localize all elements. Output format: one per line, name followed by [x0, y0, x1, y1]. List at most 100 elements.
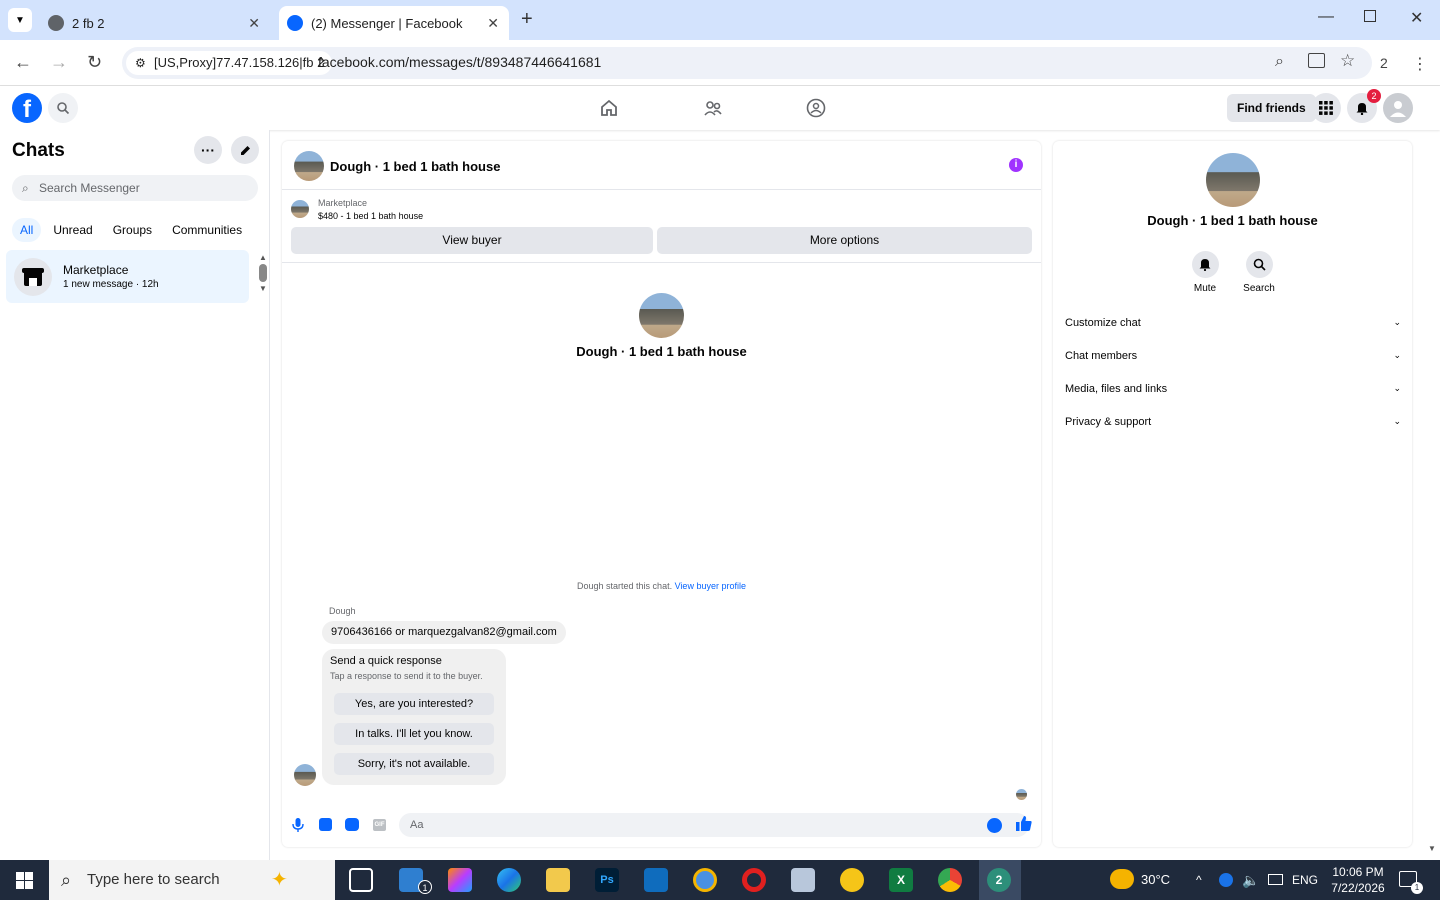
privacy-support-section[interactable]: Privacy & support ⌄	[1065, 416, 1401, 428]
chat-list-item-marketplace[interactable]: Marketplace 1 new message · 12h	[6, 250, 249, 303]
new-tab-icon[interactable]: +	[521, 8, 533, 31]
taskbar-search-box[interactable]: ⌕ Type here to search ✦	[49, 860, 335, 900]
copilot-icon[interactable]	[448, 868, 472, 892]
browser-menu-icon[interactable]: ⋮	[1412, 54, 1428, 74]
gif-icon[interactable]: GIF	[373, 819, 386, 831]
mute-bell-icon[interactable]	[1191, 251, 1219, 278]
microsoft-store-icon[interactable]	[644, 868, 668, 892]
quick-reply-in-talks-button[interactable]: In talks. I'll let you know.	[334, 723, 494, 745]
app-icon[interactable]	[840, 868, 864, 892]
clock[interactable]: 10:06 PM 7/22/2026	[1328, 864, 1388, 896]
chrome-profile-2-icon[interactable]: 2	[987, 868, 1011, 892]
groups-icon[interactable]	[806, 98, 826, 123]
marketplace-listing-bar: Marketplace $480 - 1 bed 1 bath house Vi…	[282, 190, 1041, 263]
listing-photo[interactable]	[294, 151, 324, 181]
sticker-icon[interactable]	[345, 818, 359, 831]
back-icon[interactable]: ←	[14, 52, 32, 73]
search-icon[interactable]	[1245, 251, 1273, 278]
browser-tab-messenger[interactable]: (2) Messenger | Facebook ✕	[279, 6, 509, 40]
more-options-button[interactable]: More options	[657, 227, 1032, 254]
more-options-icon[interactable]: ···	[194, 136, 222, 164]
conversation-avatar[interactable]	[639, 293, 684, 338]
photo-attach-icon[interactable]	[319, 818, 332, 831]
opera-icon[interactable]	[742, 868, 766, 892]
task-view-icon[interactable]	[349, 868, 373, 892]
photoshop-icon[interactable]: Ps	[595, 868, 619, 892]
view-buyer-profile-link[interactable]: View buyer profile	[675, 581, 746, 591]
chrome-icon[interactable]	[938, 868, 962, 892]
sidebar-scrollbar[interactable]: ▲ ▼	[257, 253, 269, 299]
language-indicator[interactable]: ENG	[1292, 860, 1318, 900]
thumbs-up-icon[interactable]	[1016, 815, 1032, 837]
url-text[interactable]: facebook.com/messages/t/893487446641681	[318, 54, 601, 70]
conversation-title[interactable]: Dough · 1 bed 1 bath house	[330, 159, 500, 174]
menu-grid-icon[interactable]	[1311, 93, 1341, 123]
chat-members-section[interactable]: Chat members ⌄	[1065, 350, 1401, 362]
windows-start-icon[interactable]	[16, 872, 33, 894]
find-friends-button[interactable]: Find friends	[1227, 94, 1316, 122]
filter-communities[interactable]: Communities	[164, 218, 250, 242]
search-action[interactable]: Search	[1234, 251, 1284, 294]
profile-count[interactable]: 2	[1380, 55, 1388, 71]
weather-icon[interactable]	[1110, 869, 1134, 889]
facebook-logo-icon[interactable]: f	[12, 93, 42, 123]
info-icon[interactable]: i	[1009, 158, 1023, 172]
scroll-up-icon[interactable]: ▲	[257, 253, 269, 262]
scroll-down-icon[interactable]: ▼	[257, 284, 269, 293]
microphone-icon[interactable]	[292, 818, 304, 832]
weather-temperature[interactable]: 30°C	[1141, 860, 1170, 900]
forward-icon[interactable]: →	[50, 52, 68, 73]
search-messenger-input[interactable]: ⌕ Search Messenger	[12, 175, 258, 201]
network-app-icon[interactable]	[791, 868, 815, 892]
account-avatar[interactable]	[1383, 93, 1413, 123]
browser-tab-fb2[interactable]: 2 fb 2 ✕	[40, 6, 270, 40]
globe-icon	[48, 15, 64, 31]
chat-info-panel: Dough · 1 bed 1 bath house Mute Search C…	[1053, 141, 1412, 847]
listing-title[interactable]: $480 - 1 bed 1 bath house	[318, 211, 423, 221]
bookmark-star-icon[interactable]: ☆	[1340, 51, 1355, 71]
edge-icon[interactable]	[497, 868, 521, 892]
customize-chat-section[interactable]: Customize chat ⌄	[1065, 317, 1401, 329]
filter-unread[interactable]: Unread	[45, 218, 100, 242]
filter-groups[interactable]: Groups	[105, 218, 160, 242]
home-icon[interactable]	[599, 98, 619, 123]
view-buyer-button[interactable]: View buyer	[291, 227, 653, 254]
close-tab-icon[interactable]: ✕	[248, 15, 260, 32]
quick-reply-not-available-button[interactable]: Sorry, it's not available.	[334, 753, 494, 775]
network-icon[interactable]	[1268, 874, 1283, 885]
zoom-icon[interactable]: ⌕	[1275, 53, 1284, 71]
tab-search-chevron-icon[interactable]: ▼	[8, 8, 32, 32]
close-window-icon[interactable]: ✕	[1410, 8, 1423, 28]
quick-reply-yes-button[interactable]: Yes, are you interested?	[334, 693, 494, 715]
show-hidden-icons-icon[interactable]: ^	[1196, 860, 1202, 900]
emoji-icon[interactable]	[987, 818, 1002, 833]
chrome-proxy-icon[interactable]	[693, 868, 717, 892]
media-files-links-section[interactable]: Media, files and links ⌄	[1065, 383, 1401, 395]
speaker-icon[interactable]: 🔈	[1242, 860, 1259, 900]
new-message-icon[interactable]	[231, 136, 259, 164]
minimize-icon[interactable]: —	[1318, 8, 1334, 26]
message-input[interactable]: Aa	[399, 813, 1029, 837]
info-panel-name: Dough · 1 bed 1 bath house	[1147, 213, 1318, 228]
tune-icon: ⚙	[135, 56, 146, 70]
site-info-chip[interactable]: ⚙ [US,Proxy]77.47.158.126|fb 2	[126, 51, 333, 75]
message-bubble[interactable]: 9706436166 or marquezgalvan82@gmail.com	[322, 621, 566, 644]
excel-icon[interactable]: X	[889, 868, 913, 892]
sender-avatar[interactable]	[294, 764, 316, 786]
info-panel-avatar[interactable]	[1206, 153, 1260, 207]
install-app-icon[interactable]	[1308, 53, 1325, 68]
mute-action[interactable]: Mute	[1180, 251, 1230, 294]
restore-icon[interactable]	[1364, 10, 1376, 22]
chevron-down-icon: ⌄	[1393, 416, 1401, 426]
friends-icon[interactable]	[703, 98, 723, 123]
chat-name: Marketplace	[63, 263, 129, 277]
filter-all[interactable]: All	[12, 218, 42, 242]
page-scroll-down-icon[interactable]: ▼	[1428, 844, 1436, 853]
scroll-thumb[interactable]	[259, 264, 267, 282]
search-icon[interactable]	[48, 93, 78, 123]
address-bar[interactable]: ⚙ [US,Proxy]77.47.158.126|fb 2 facebook.…	[122, 47, 1372, 79]
reload-icon[interactable]: ↻	[87, 52, 102, 73]
close-tab-icon[interactable]: ✕	[487, 15, 499, 32]
vpn-tray-icon[interactable]	[1219, 873, 1233, 887]
file-explorer-icon[interactable]	[546, 868, 570, 892]
